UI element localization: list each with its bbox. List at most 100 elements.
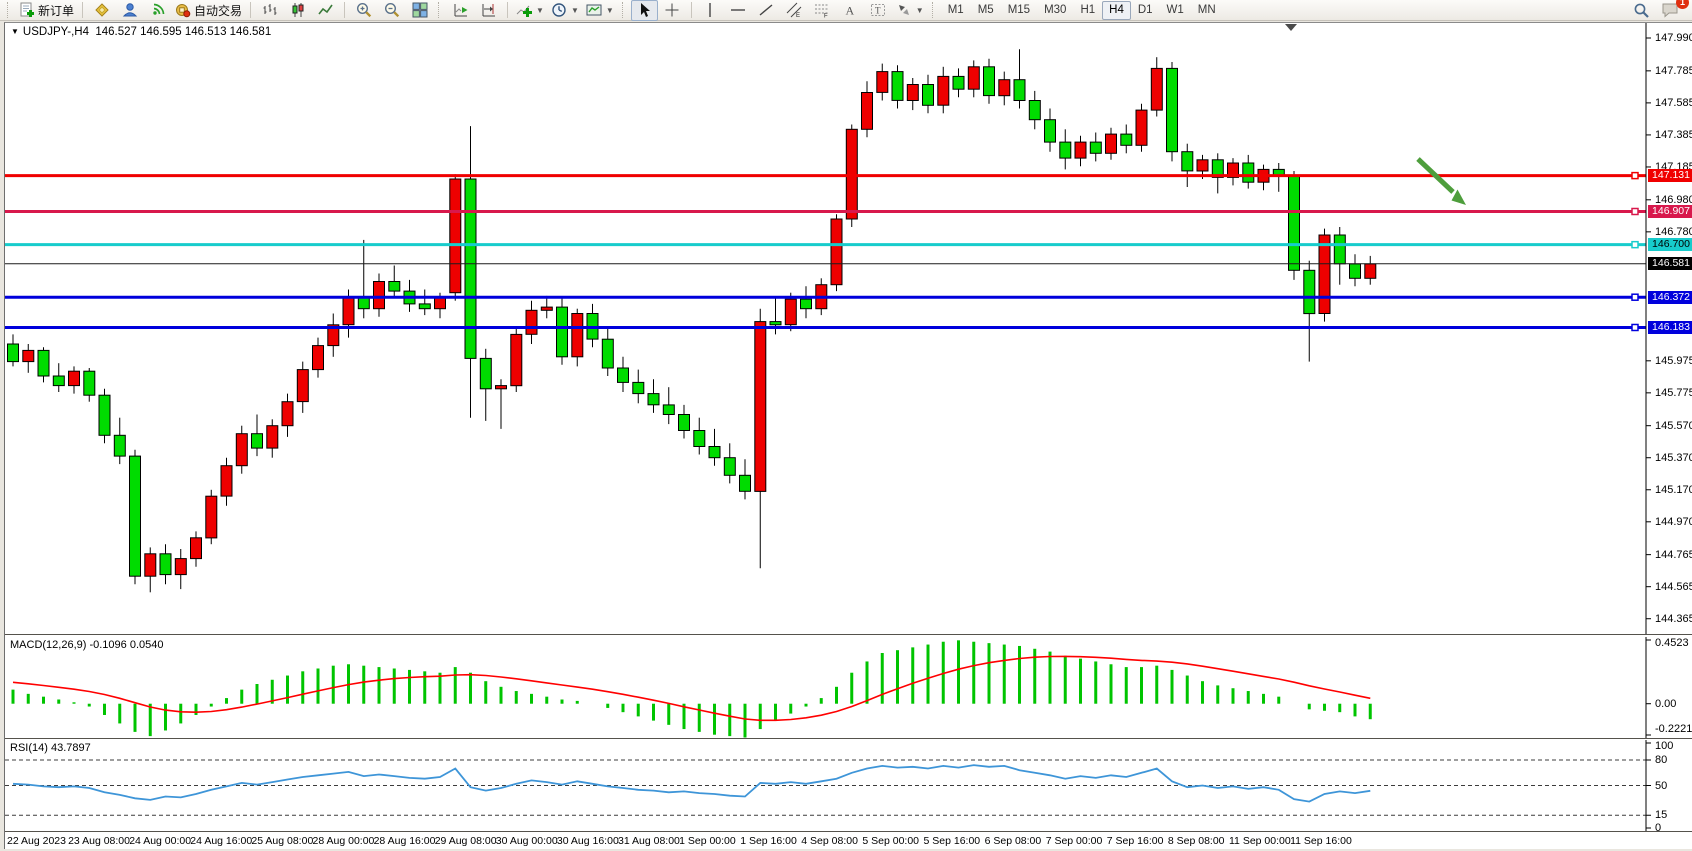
dropdown-arrow-icon: ▼	[536, 6, 544, 15]
tile-windows-icon	[412, 2, 428, 18]
line-handle	[1632, 294, 1638, 300]
toolbar-grip[interactable]	[622, 2, 626, 18]
axis-tick-label: 146.780	[1655, 226, 1692, 238]
auto-scroll-icon	[453, 2, 469, 18]
candle-body	[1334, 235, 1345, 264]
new-order-label: 新订单	[38, 2, 74, 19]
candle-body	[69, 371, 80, 385]
crosshair-button[interactable]	[659, 0, 686, 21]
timeframe-H4[interactable]: H4	[1102, 1, 1131, 20]
candle-body	[1304, 270, 1315, 313]
axis-tick-label: 145.370	[1655, 452, 1692, 464]
price-chart-canvas[interactable]	[5, 23, 1692, 634]
cursor-button[interactable]	[631, 0, 658, 21]
timeframe-W1[interactable]: W1	[1160, 1, 1191, 20]
equidistant-channel-button[interactable]: E	[781, 0, 808, 21]
time-axis[interactable]: 22 Aug 202323 Aug 08:0024 Aug 00:0024 Au…	[5, 832, 1692, 849]
horizontal-line-button[interactable]	[725, 0, 752, 21]
rsi-canvas[interactable]	[5, 740, 1692, 831]
timeframe-D1[interactable]: D1	[1131, 1, 1160, 20]
styler-button[interactable]	[88, 0, 115, 21]
notifications-button[interactable]: 1	[1656, 0, 1683, 21]
toolbar-grip[interactable]	[7, 2, 11, 18]
timeframe-M5[interactable]: M5	[971, 1, 1001, 20]
chart-shift-button[interactable]	[475, 0, 502, 21]
candle-body	[419, 304, 430, 309]
price-axis-tag: 146.183	[1648, 321, 1692, 334]
tile-windows-button[interactable]	[406, 0, 433, 21]
candle-body	[968, 67, 979, 89]
chart-window: ▼USDJPY-,H4 146.527 146.595 146.513 146.…	[4, 22, 1692, 849]
time-axis-label: 6 Sep 08:00	[985, 835, 1042, 847]
svg-text:F: F	[824, 14, 828, 19]
toolbar-grip[interactable]	[438, 2, 442, 18]
time-axis-label: 23 Aug 08:00	[68, 835, 130, 847]
periods-button[interactable]: ▼	[548, 0, 582, 21]
new-order-button[interactable]: 新订单	[16, 0, 77, 21]
autotrading-button[interactable]: 自动交易	[172, 0, 245, 21]
timeframe-MN[interactable]: MN	[1191, 1, 1223, 20]
text-button[interactable]: A	[837, 0, 864, 21]
toolbar-grip[interactable]	[932, 2, 936, 18]
price-axis-tag: 147.131	[1648, 169, 1692, 182]
text-label-button[interactable]: T	[865, 0, 892, 21]
timeframe-M30[interactable]: M30	[1037, 1, 1073, 20]
arrow-annotation-head	[1452, 190, 1467, 206]
candle-body	[541, 307, 552, 310]
candle-body	[465, 179, 476, 358]
templates-button[interactable]: ▼	[583, 0, 617, 21]
autotrading-icon	[175, 2, 191, 18]
signals-button[interactable]	[144, 0, 171, 21]
candle-body	[8, 344, 19, 362]
time-axis-label: 31 Aug 08:00	[618, 835, 680, 847]
vertical-line-button[interactable]	[697, 0, 724, 21]
zoom-in-button[interactable]	[350, 0, 377, 21]
zoom-out-button[interactable]	[378, 0, 405, 21]
auto-scroll-button[interactable]	[447, 0, 474, 21]
search-button[interactable]	[1628, 0, 1655, 21]
price-axis-tag: 146.907	[1648, 205, 1692, 218]
trendline-button[interactable]	[753, 0, 780, 21]
candle-body	[252, 434, 263, 448]
candle-body	[145, 554, 156, 576]
candle-body	[313, 346, 324, 370]
candle-body	[1060, 142, 1071, 158]
fibonacci-button[interactable]: F	[809, 0, 836, 21]
timeframe-H1[interactable]: H1	[1073, 1, 1102, 20]
macd-label: MACD(12,26,9) -0.1096 0.0540	[10, 639, 163, 651]
timeframe-M15[interactable]: M15	[1001, 1, 1037, 20]
community-button[interactable]	[116, 0, 143, 21]
candle-body	[557, 307, 568, 357]
time-axis-label: 28 Aug 16:00	[374, 835, 436, 847]
axis-tick-label: 0.00	[1655, 698, 1676, 710]
candle-body	[206, 496, 217, 538]
zoom-out-icon	[384, 2, 400, 18]
bar-chart-button[interactable]	[256, 0, 283, 21]
text-label-icon: T	[870, 2, 886, 18]
axis-tick-label: 145.570	[1655, 420, 1692, 432]
macd-canvas[interactable]	[5, 637, 1692, 738]
candle-body	[953, 76, 964, 89]
chart-title: ▼USDJPY-,H4 146.527 146.595 146.513 146.…	[11, 26, 271, 38]
macd-panel: MACD(12,26,9) -0.1096 0.0540 0.45230.00-…	[5, 637, 1692, 739]
axis-tick-label: 145.775	[1655, 387, 1692, 399]
arrows-button[interactable]: ▼	[893, 0, 927, 21]
candle-body	[770, 322, 781, 325]
axis-tick-label: -0.2221	[1655, 723, 1692, 735]
axis-tick-label: 15	[1655, 809, 1667, 821]
line-chart-button[interactable]	[312, 0, 339, 21]
candlestick-chart-button[interactable]	[284, 0, 311, 21]
candle-body	[1243, 163, 1254, 182]
price-axis-tag: 146.372	[1648, 291, 1692, 304]
text-icon: A	[842, 2, 858, 18]
axis-tick-label: 144.365	[1655, 613, 1692, 625]
collapse-triangle-icon[interactable]: ▼	[11, 27, 19, 36]
rsi-line	[13, 765, 1370, 802]
candle-body	[343, 298, 354, 325]
candle-body	[709, 447, 720, 458]
candle-body	[1350, 264, 1361, 278]
timeframe-M1[interactable]: M1	[941, 1, 971, 20]
axis-tick-label: 80	[1655, 754, 1667, 766]
indicators-button[interactable]: ▼	[513, 0, 547, 21]
chart-shift-marker[interactable]	[1285, 24, 1297, 31]
